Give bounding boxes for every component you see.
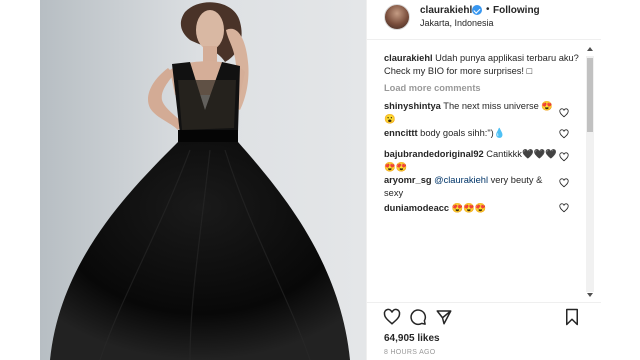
post-caption: claurakiehl Udah punya applikasi terbaru…	[384, 52, 584, 78]
comment-username[interactable]: shinyshintya	[384, 101, 441, 111]
comment-username[interactable]: duniamodeacc	[384, 203, 449, 213]
post-timestamp: 8 HOURS AGO	[384, 349, 436, 356]
verified-badge-icon	[472, 5, 482, 15]
heart-icon[interactable]	[383, 308, 401, 326]
post-header: claurakiehl • Following Jakarta, Indones…	[367, 0, 601, 40]
comment-mention[interactable]: @claurakiehl	[434, 175, 488, 185]
comment-item: enncittt body goals sihh:")💧	[384, 127, 559, 140]
caption-username[interactable]: claurakiehl	[384, 53, 433, 63]
instagram-post-view: claurakiehl • Following Jakarta, Indones…	[0, 0, 640, 360]
scroll-up-arrow-icon[interactable]	[586, 44, 594, 54]
like-count[interactable]: 64,905 likes	[384, 333, 440, 344]
comment-heart-icon[interactable]	[559, 152, 569, 162]
model-in-black-gown-image	[40, 0, 366, 360]
comment-item: duniamodeacc 😍😍😍	[384, 202, 559, 215]
post-side-panel: claurakiehl • Following Jakarta, Indones…	[366, 0, 601, 360]
comment-heart-icon[interactable]	[559, 108, 569, 118]
comments-list: claurakiehl Udah punya applikasi terbaru…	[367, 40, 589, 302]
comment-heart-icon[interactable]	[559, 203, 569, 213]
comment-username[interactable]: bajubrandedoriginal92	[384, 149, 484, 159]
comment-heart-icon[interactable]	[559, 129, 569, 139]
comment-heart-icon[interactable]	[559, 178, 569, 188]
comment-item: bajubrandedoriginal92 Cantikkk🖤🖤🖤😍😍	[384, 148, 559, 174]
separator-dot: •	[486, 4, 490, 15]
scrollbar-thumb[interactable]	[587, 58, 593, 132]
post-photo[interactable]	[40, 0, 366, 360]
post-actions: 64,905 likes 8 HOURS AGO	[367, 302, 601, 360]
comment-username[interactable]: aryomr_sg	[384, 175, 432, 185]
following-button[interactable]: Following	[493, 5, 540, 16]
comment-item: shinyshintya The next miss universe 😍😮	[384, 100, 559, 126]
bookmark-icon[interactable]	[563, 308, 581, 326]
avatar[interactable]	[384, 4, 410, 30]
load-more-comments-button[interactable]: Load more comments	[384, 83, 481, 93]
comment-username[interactable]: enncittt	[384, 128, 418, 138]
header-username[interactable]: claurakiehl	[420, 5, 472, 16]
share-icon[interactable]	[435, 308, 453, 326]
comment-text: 😍😍😍	[451, 203, 487, 213]
location-link[interactable]: Jakarta, Indonesia	[420, 18, 494, 28]
comment-item: aryomr_sg @claurakiehl very beuty & sexy	[384, 174, 559, 200]
scroll-down-arrow-icon[interactable]	[586, 290, 594, 300]
comment-icon[interactable]	[409, 308, 427, 326]
comment-text: body goals sihh:")💧	[420, 128, 506, 138]
